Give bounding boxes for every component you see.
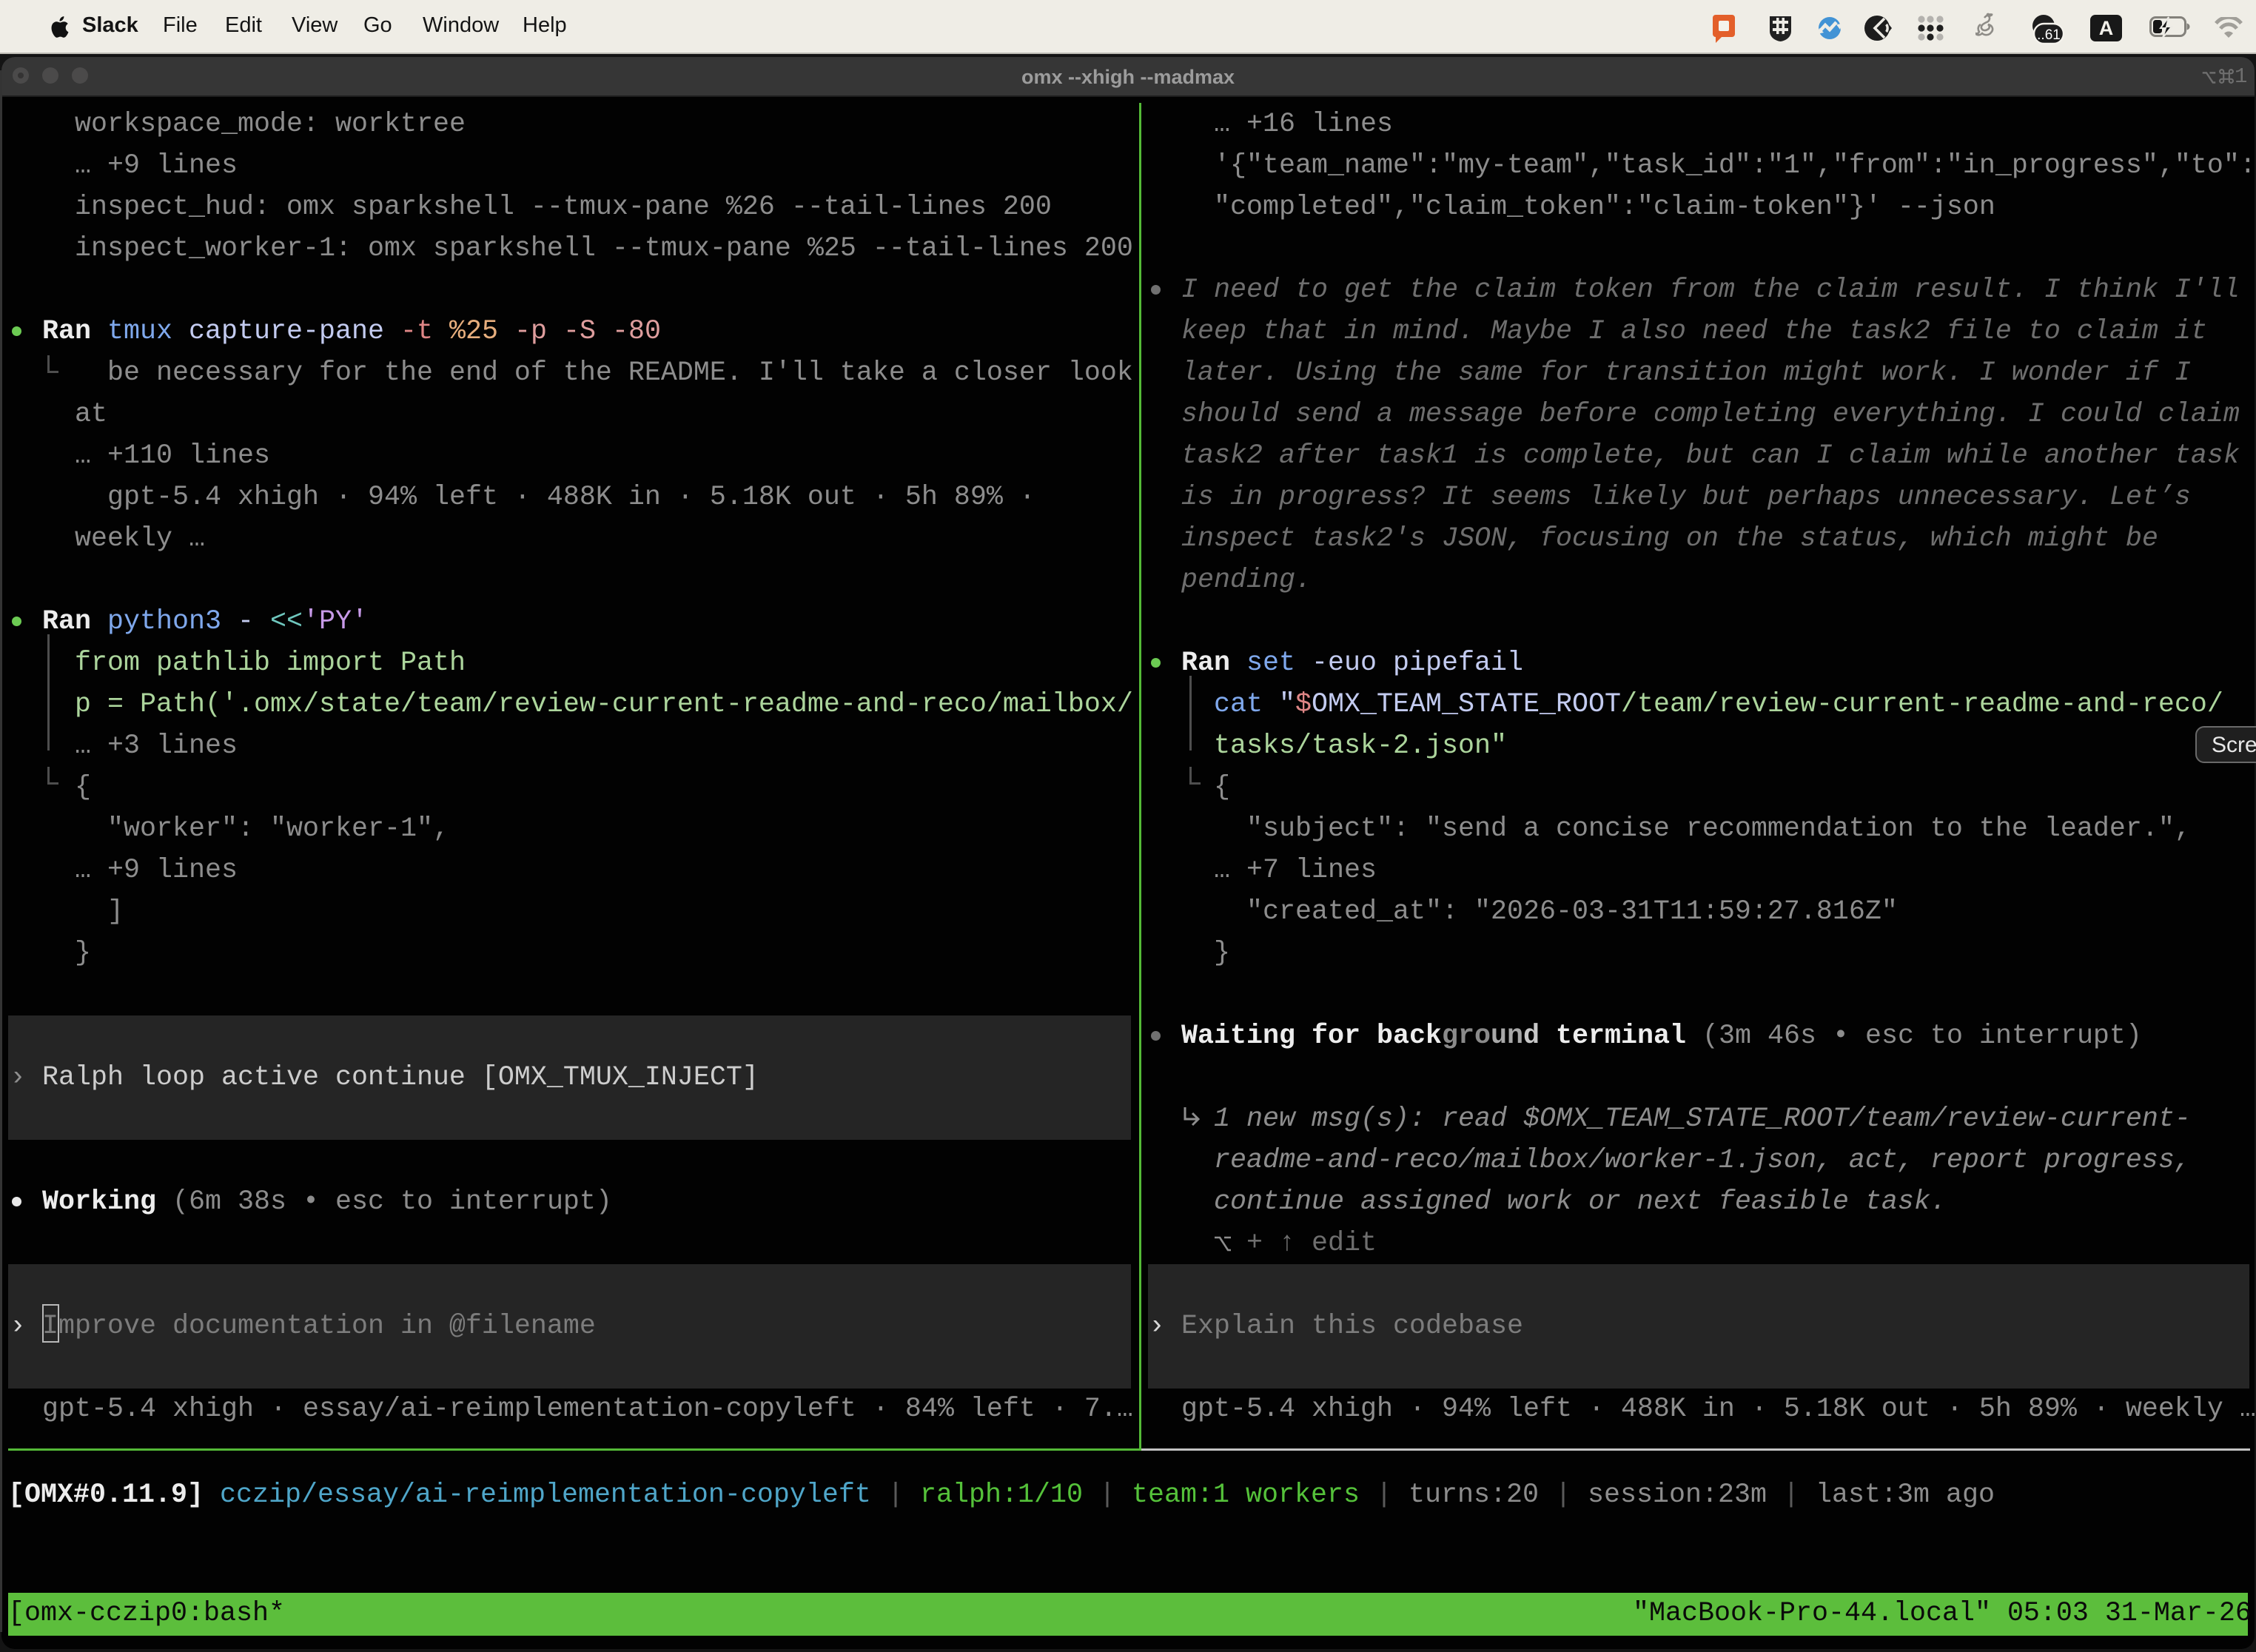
svg-text:..61: ..61 <box>2037 27 2061 43</box>
